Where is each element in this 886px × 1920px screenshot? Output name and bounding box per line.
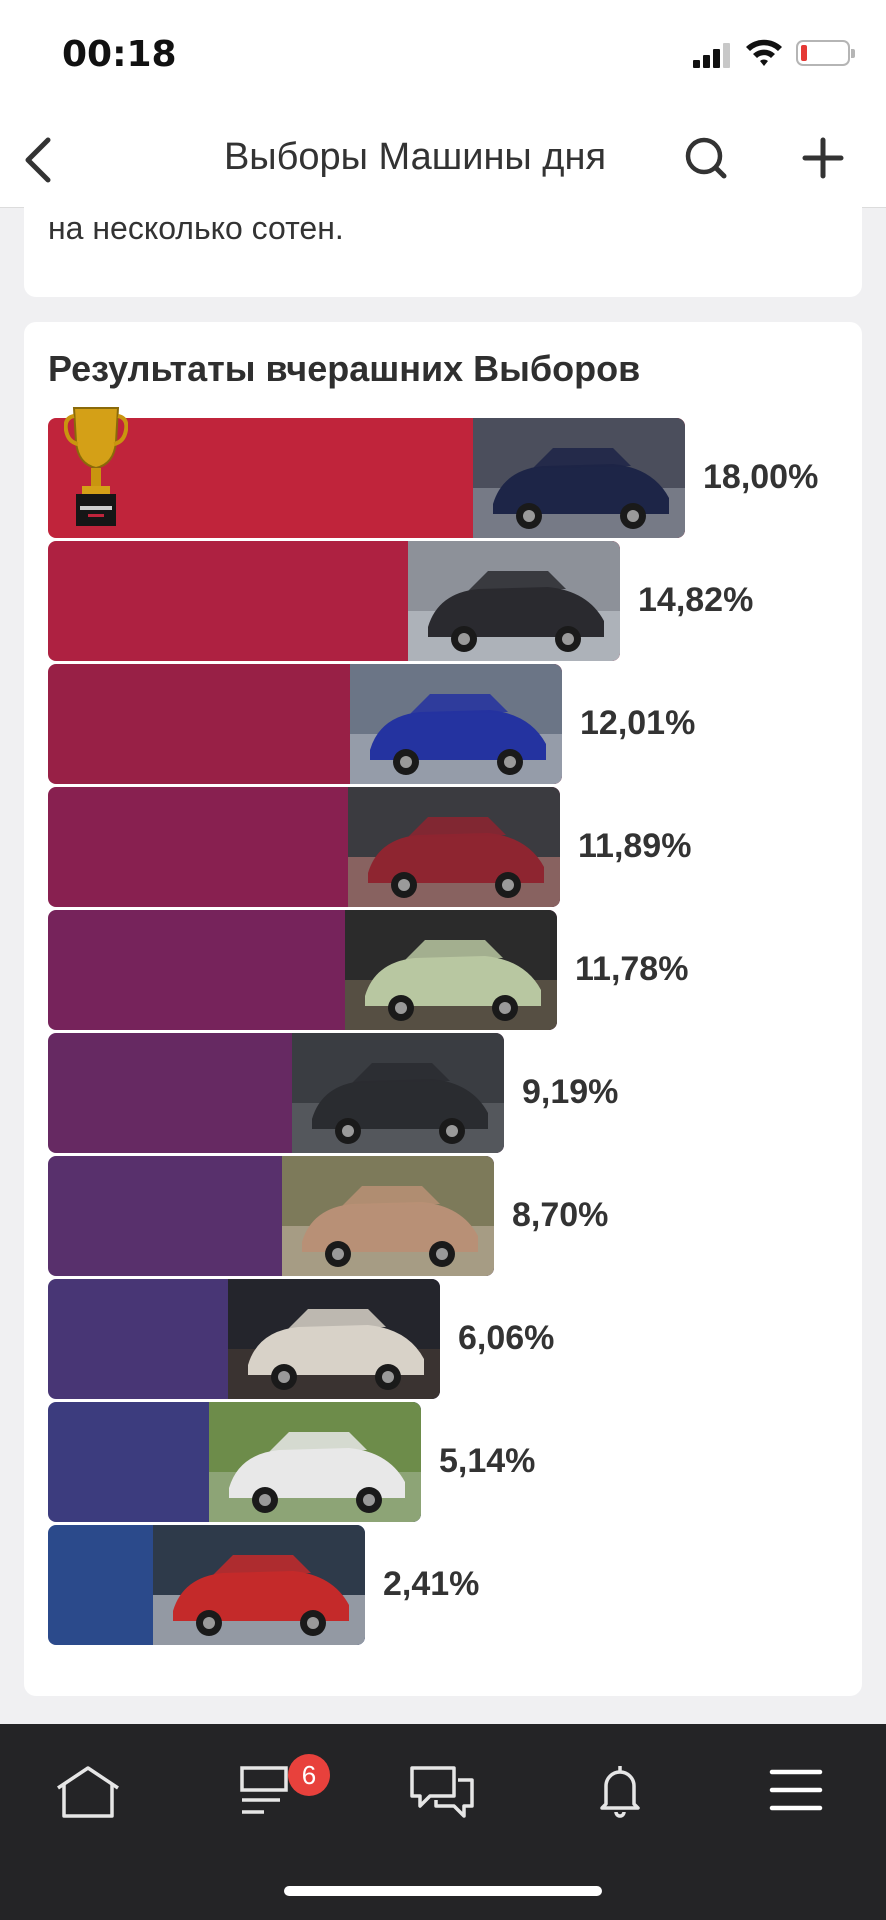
navigation-bar: Выборы Машины дня xyxy=(0,110,886,208)
result-bar xyxy=(48,1525,365,1645)
chevron-left-icon xyxy=(25,137,51,183)
result-bar xyxy=(48,1402,421,1522)
tab-home[interactable] xyxy=(48,1754,128,1824)
result-percent: 14,82% xyxy=(638,581,754,619)
result-percent: 18,00% xyxy=(703,458,819,496)
plus-icon xyxy=(802,137,844,179)
trophy-icon xyxy=(63,402,129,538)
result-bar xyxy=(48,664,562,784)
tab-notifications[interactable] xyxy=(580,1754,660,1824)
car-photo xyxy=(228,1279,440,1399)
menu-icon xyxy=(769,1769,823,1811)
car-photo xyxy=(292,1033,504,1153)
page-title: Выборы Машины дня xyxy=(223,136,607,178)
result-percent: 12,01% xyxy=(580,704,696,742)
result-bar xyxy=(48,418,685,538)
home-indicator xyxy=(284,1886,602,1896)
result-percent: 5,14% xyxy=(439,1442,536,1480)
search-icon xyxy=(685,137,727,179)
result-percent: 11,78% xyxy=(575,950,689,988)
car-photo xyxy=(348,787,560,907)
back-button[interactable] xyxy=(14,132,64,188)
previous-post-card: на несколько сотен. xyxy=(24,200,862,297)
notification-badge: 6 xyxy=(288,1754,330,1796)
results-title: Результаты вчерашних Выборов xyxy=(48,348,641,389)
add-button[interactable] xyxy=(798,130,848,186)
chat-icon xyxy=(410,1766,474,1818)
result-bar xyxy=(48,1156,494,1276)
battery-icon xyxy=(796,40,855,66)
bell-icon xyxy=(600,1766,640,1818)
post-text: на несколько сотен. xyxy=(48,210,344,246)
result-percent: 6,06% xyxy=(458,1319,555,1357)
car-photo xyxy=(282,1156,494,1276)
status-bar: 00:18 xyxy=(0,0,886,110)
home-icon xyxy=(57,1766,119,1818)
result-bar xyxy=(48,1033,504,1153)
result-bar xyxy=(48,787,560,907)
result-bar xyxy=(48,910,557,1030)
result-percent: 9,19% xyxy=(522,1073,619,1111)
result-bar xyxy=(48,541,620,661)
car-photo xyxy=(408,541,620,661)
result-percent: 8,70% xyxy=(512,1196,609,1234)
search-button[interactable] xyxy=(682,130,732,186)
tab-menu[interactable] xyxy=(756,1754,836,1824)
signal-icon xyxy=(693,40,733,68)
status-time: 00:18 xyxy=(62,34,177,75)
wifi-icon xyxy=(744,36,784,68)
car-photo xyxy=(345,910,557,1030)
car-photo xyxy=(473,418,685,538)
result-bar xyxy=(48,1279,440,1399)
car-photo xyxy=(153,1525,365,1645)
results-card: Результаты вчерашних Выборов 18,00% 14,82… xyxy=(24,322,862,1696)
tab-messages[interactable] xyxy=(402,1754,482,1824)
result-percent: 11,89% xyxy=(578,827,692,865)
car-photo xyxy=(350,664,562,784)
car-photo xyxy=(209,1402,421,1522)
result-percent: 2,41% xyxy=(383,1565,480,1603)
